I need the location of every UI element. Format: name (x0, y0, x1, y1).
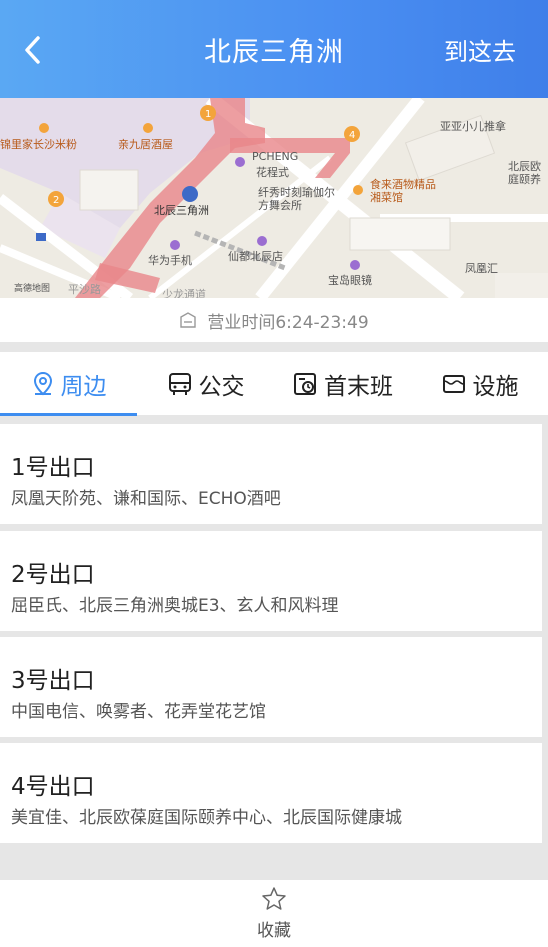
exit-description: 美宜佳、北辰欧葆庭国际颐养中心、北辰国际健康城 (11, 808, 402, 828)
map-label: 亚亚小儿推拿 (440, 120, 506, 133)
map-label: 花程式 (256, 166, 289, 179)
schedule-icon (294, 372, 316, 395)
map-logo: 高德地图 (14, 284, 51, 294)
tab-label: 设施 (472, 373, 519, 400)
map-label: 华为手机 (148, 254, 192, 267)
map-label: 亲九居酒屋 (118, 138, 173, 151)
map-label: 北辰欧庭颐养 (508, 160, 541, 186)
map-label: 少龙通道 (162, 288, 206, 298)
tab-bar: 周边 公交 首末班 设施 (0, 352, 548, 416)
list-item[interactable]: 3号出口 中国电信、唤雾者、花弄堂花艺馆 (0, 637, 542, 737)
map-label: 平沙路 (68, 283, 101, 296)
list-item[interactable]: 1号出口 凤凰天阶苑、谦和国际、ECHO酒吧 (0, 424, 542, 524)
tab-label: 周边 (60, 373, 107, 400)
star-icon (262, 887, 286, 910)
exit-description: 凤凰天阶苑、谦和国际、ECHO酒吧 (11, 489, 281, 509)
go-there-button[interactable]: 到这去 (444, 32, 516, 67)
location-pin-icon (33, 371, 52, 395)
exit-name: 4号出口 (11, 774, 95, 800)
tab-bus[interactable]: 公交 (137, 352, 274, 415)
exit-name: 1号出口 (11, 455, 95, 481)
map-label: PCHENG (252, 150, 299, 163)
map-label: 锦里家长沙米粉 (0, 138, 77, 151)
facilities-icon (442, 374, 465, 393)
map-label: 纤秀时刻瑜伽尔方舞会所 (258, 186, 335, 212)
map-label: 宝岛眼镜 (328, 274, 372, 287)
map-label: 北辰三角洲 (154, 204, 209, 217)
bus-icon (168, 372, 191, 395)
map-label: 食来酒物精品湘菜馆 (370, 178, 436, 204)
operating-hours-text: 营业时间6:24-23:49 (207, 312, 369, 333)
favorite-label: 收藏 (257, 921, 291, 941)
map-label: 凤凰汇 (465, 262, 498, 275)
tab-label: 公交 (198, 373, 245, 400)
shop-icon (180, 312, 197, 328)
operating-hours: 营业时间6:24-23:49 (0, 298, 548, 342)
exit-name: 2号出口 (11, 562, 95, 588)
tab-facilities[interactable]: 设施 (411, 352, 548, 415)
header: 北辰三角洲 到这去 (0, 0, 548, 98)
exit-name: 3号出口 (11, 668, 95, 694)
favorite-button[interactable]: 收藏 (0, 880, 548, 947)
list-item[interactable]: 2号出口 屈臣氏、北辰三角洲奥城E3、玄人和风料理 (0, 531, 542, 631)
list-item[interactable]: 4号出口 美宜佳、北辰欧葆庭国际颐养中心、北辰国际健康城 (0, 743, 542, 843)
map-view[interactable]: 1 4 2 锦里家长沙米粉 亲九居酒屋 PCHENG 花程式 纤秀时刻瑜伽尔方舞… (0, 98, 548, 298)
exit-description: 中国电信、唤雾者、花弄堂花艺馆 (11, 702, 266, 722)
tab-nearby[interactable]: 周边 (0, 352, 137, 416)
tab-first-last-train[interactable]: 首末班 (274, 352, 411, 415)
tab-label: 首末班 (324, 373, 393, 400)
exit-description: 屈臣氏、北辰三角洲奥城E3、玄人和风料理 (11, 596, 339, 616)
map-label: 仙都北辰店 (228, 250, 283, 263)
